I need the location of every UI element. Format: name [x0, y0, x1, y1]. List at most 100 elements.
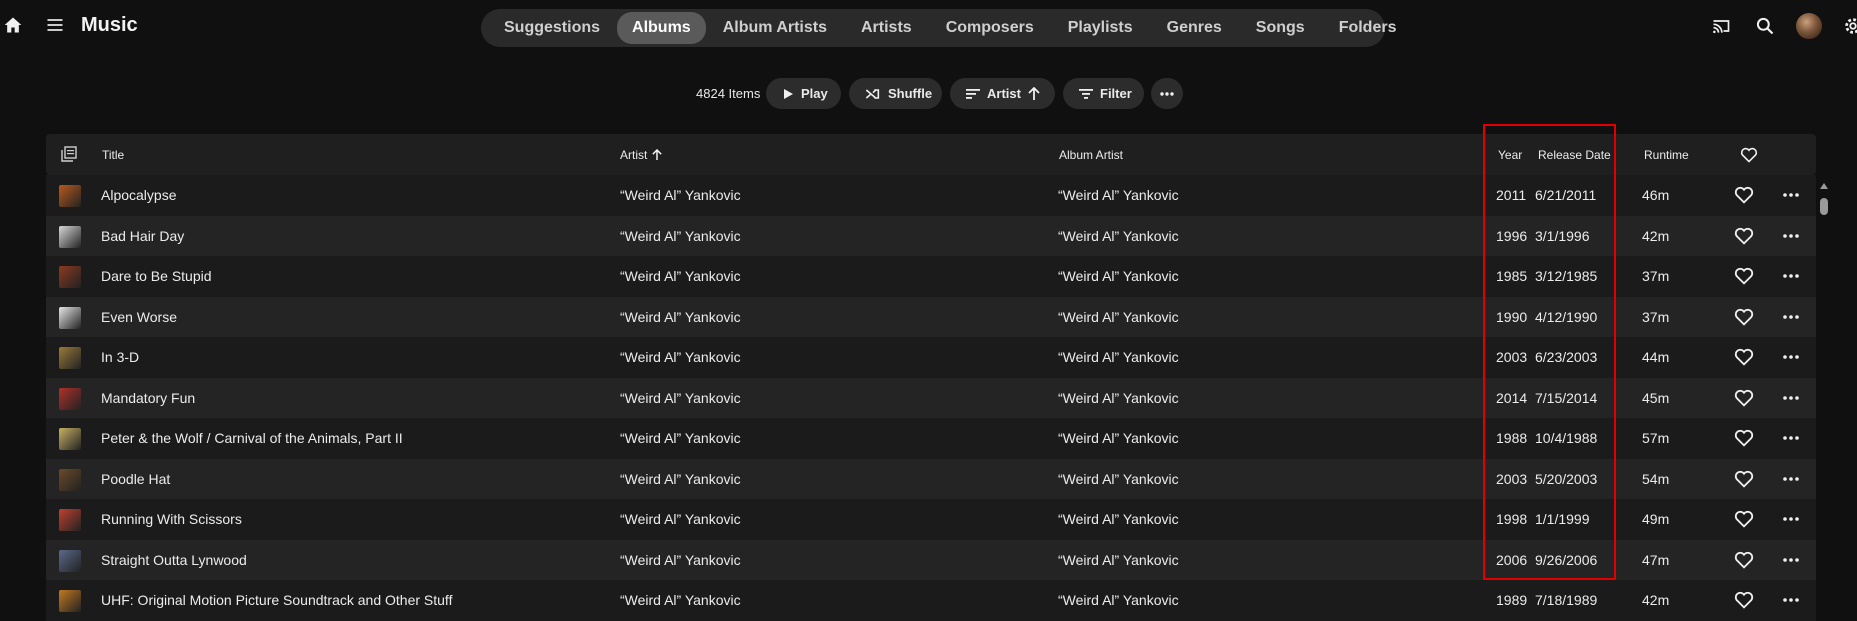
album-album-artist[interactable]: “Weird Al” Yankovic: [1058, 471, 1179, 487]
album-title[interactable]: Alpocalypse: [101, 187, 177, 203]
table-row[interactable]: UHF: Original Motion Picture Soundtrack …: [46, 580, 1816, 621]
album-cover[interactable]: [59, 266, 81, 288]
album-artist-link[interactable]: “Weird Al” Yankovic: [620, 511, 741, 527]
album-album-artist[interactable]: “Weird Al” Yankovic: [1058, 511, 1179, 527]
filter-button[interactable]: Filter: [1063, 78, 1144, 109]
album-cover[interactable]: [59, 387, 81, 410]
album-title[interactable]: Dare to Be Stupid: [101, 268, 212, 284]
more-icon[interactable]: [1782, 431, 1800, 445]
heart-icon[interactable]: [1734, 267, 1754, 285]
tab-artists[interactable]: Artists: [844, 12, 929, 44]
album-title[interactable]: Poodle Hat: [101, 471, 170, 487]
album-album-artist[interactable]: “Weird Al” Yankovic: [1058, 430, 1179, 446]
more-icon[interactable]: [1782, 512, 1800, 526]
album-cover[interactable]: [59, 509, 81, 531]
album-runtime: 57m: [1642, 430, 1670, 446]
column-album-artist[interactable]: Album Artist: [1059, 148, 1123, 162]
scroll-up-icon[interactable]: [1819, 182, 1829, 190]
heart-icon[interactable]: [1734, 429, 1754, 447]
album-title[interactable]: Bad Hair Day: [101, 228, 184, 244]
menu-icon[interactable]: [44, 14, 66, 36]
play-button[interactable]: Play: [766, 78, 841, 109]
settings-icon[interactable]: [1842, 15, 1857, 37]
album-title[interactable]: Straight Outta Lynwood: [101, 552, 247, 568]
tab-album-artists[interactable]: Album Artists: [706, 12, 844, 44]
more-icon[interactable]: [1782, 310, 1800, 324]
home-icon[interactable]: [2, 14, 24, 36]
tab-genres[interactable]: Genres: [1150, 12, 1239, 44]
album-album-artist[interactable]: “Weird Al” Yankovic: [1058, 349, 1179, 365]
avatar[interactable]: [1796, 13, 1822, 39]
album-artist-link[interactable]: “Weird Al” Yankovic: [620, 309, 741, 325]
shuffle-button[interactable]: Shuffle: [849, 78, 942, 109]
tab-folders[interactable]: Folders: [1322, 12, 1414, 44]
heart-icon[interactable]: [1734, 510, 1754, 528]
album-cover[interactable]: [59, 549, 81, 572]
more-icon[interactable]: [1782, 229, 1800, 243]
sort-button[interactable]: Artist: [950, 78, 1055, 109]
album-cover[interactable]: [59, 306, 81, 329]
album-artist-link[interactable]: “Weird Al” Yankovic: [620, 592, 741, 608]
heart-icon[interactable]: [1734, 470, 1754, 488]
tab-albums[interactable]: Albums: [617, 12, 706, 44]
album-title[interactable]: Even Worse: [101, 309, 177, 325]
tab-playlists[interactable]: Playlists: [1051, 12, 1150, 44]
column-favorite-icon[interactable]: [1740, 147, 1758, 163]
column-title[interactable]: Title: [102, 148, 124, 162]
album-title[interactable]: UHF: Original Motion Picture Soundtrack …: [101, 592, 452, 608]
album-album-artist[interactable]: “Weird Al” Yankovic: [1058, 268, 1179, 284]
album-title[interactable]: Mandatory Fun: [101, 390, 195, 406]
heart-icon[interactable]: [1734, 348, 1754, 366]
more-options-button[interactable]: [1151, 78, 1183, 109]
album-cover[interactable]: [59, 468, 81, 491]
album-runtime: 44m: [1642, 349, 1670, 365]
album-artist-link[interactable]: “Weird Al” Yankovic: [620, 390, 741, 406]
album-title[interactable]: Peter & the Wolf / Carnival of the Anima…: [101, 430, 403, 446]
album-title[interactable]: In 3-D: [101, 349, 139, 365]
album-album-artist[interactable]: “Weird Al” Yankovic: [1058, 552, 1179, 568]
album-cover[interactable]: [59, 225, 81, 248]
album-artist-link[interactable]: “Weird Al” Yankovic: [620, 471, 741, 487]
album-album-artist[interactable]: “Weird Al” Yankovic: [1058, 228, 1179, 244]
column-artist[interactable]: Artist: [620, 148, 663, 162]
album-album-artist[interactable]: “Weird Al” Yankovic: [1058, 309, 1179, 325]
album-cover[interactable]: [59, 185, 81, 207]
heart-icon[interactable]: [1734, 308, 1754, 326]
album-album-artist[interactable]: “Weird Al” Yankovic: [1058, 390, 1179, 406]
album-artist-link[interactable]: “Weird Al” Yankovic: [620, 228, 741, 244]
album-runtime: 37m: [1642, 268, 1670, 284]
scrollbar-thumb[interactable]: [1820, 198, 1828, 215]
column-runtime[interactable]: Runtime: [1644, 148, 1689, 162]
more-icon[interactable]: [1782, 188, 1800, 202]
heart-icon[interactable]: [1734, 591, 1754, 609]
album-cover[interactable]: [59, 347, 81, 369]
arrow-up-icon: [1028, 86, 1040, 101]
heart-icon[interactable]: [1734, 551, 1754, 569]
more-icon[interactable]: [1782, 350, 1800, 364]
more-icon[interactable]: [1782, 391, 1800, 405]
album-cover[interactable]: [59, 590, 81, 612]
heart-icon[interactable]: [1734, 389, 1754, 407]
tab-songs[interactable]: Songs: [1239, 12, 1322, 44]
more-icon[interactable]: [1782, 593, 1800, 607]
album-title[interactable]: Running With Scissors: [101, 511, 242, 527]
tab-composers[interactable]: Composers: [929, 12, 1051, 44]
album-album-artist[interactable]: “Weird Al” Yankovic: [1058, 592, 1179, 608]
album-artist-link[interactable]: “Weird Al” Yankovic: [620, 349, 741, 365]
search-icon[interactable]: [1754, 15, 1776, 37]
more-icon[interactable]: [1782, 553, 1800, 567]
album-artist-link[interactable]: “Weird Al” Yankovic: [620, 430, 741, 446]
album-artist-link[interactable]: “Weird Al” Yankovic: [620, 268, 741, 284]
tab-suggestions[interactable]: Suggestions: [487, 12, 617, 44]
album-cover[interactable]: [59, 428, 81, 450]
album-artist-link[interactable]: “Weird Al” Yankovic: [620, 552, 741, 568]
select-all-icon[interactable]: [61, 146, 77, 162]
more-icon[interactable]: [1782, 472, 1800, 486]
album-runtime: 46m: [1642, 187, 1670, 203]
album-album-artist[interactable]: “Weird Al” Yankovic: [1058, 187, 1179, 203]
more-icon[interactable]: [1782, 269, 1800, 283]
cast-icon[interactable]: [1709, 15, 1733, 37]
heart-icon[interactable]: [1734, 186, 1754, 204]
heart-icon[interactable]: [1734, 227, 1754, 245]
album-artist-link[interactable]: “Weird Al” Yankovic: [620, 187, 741, 203]
